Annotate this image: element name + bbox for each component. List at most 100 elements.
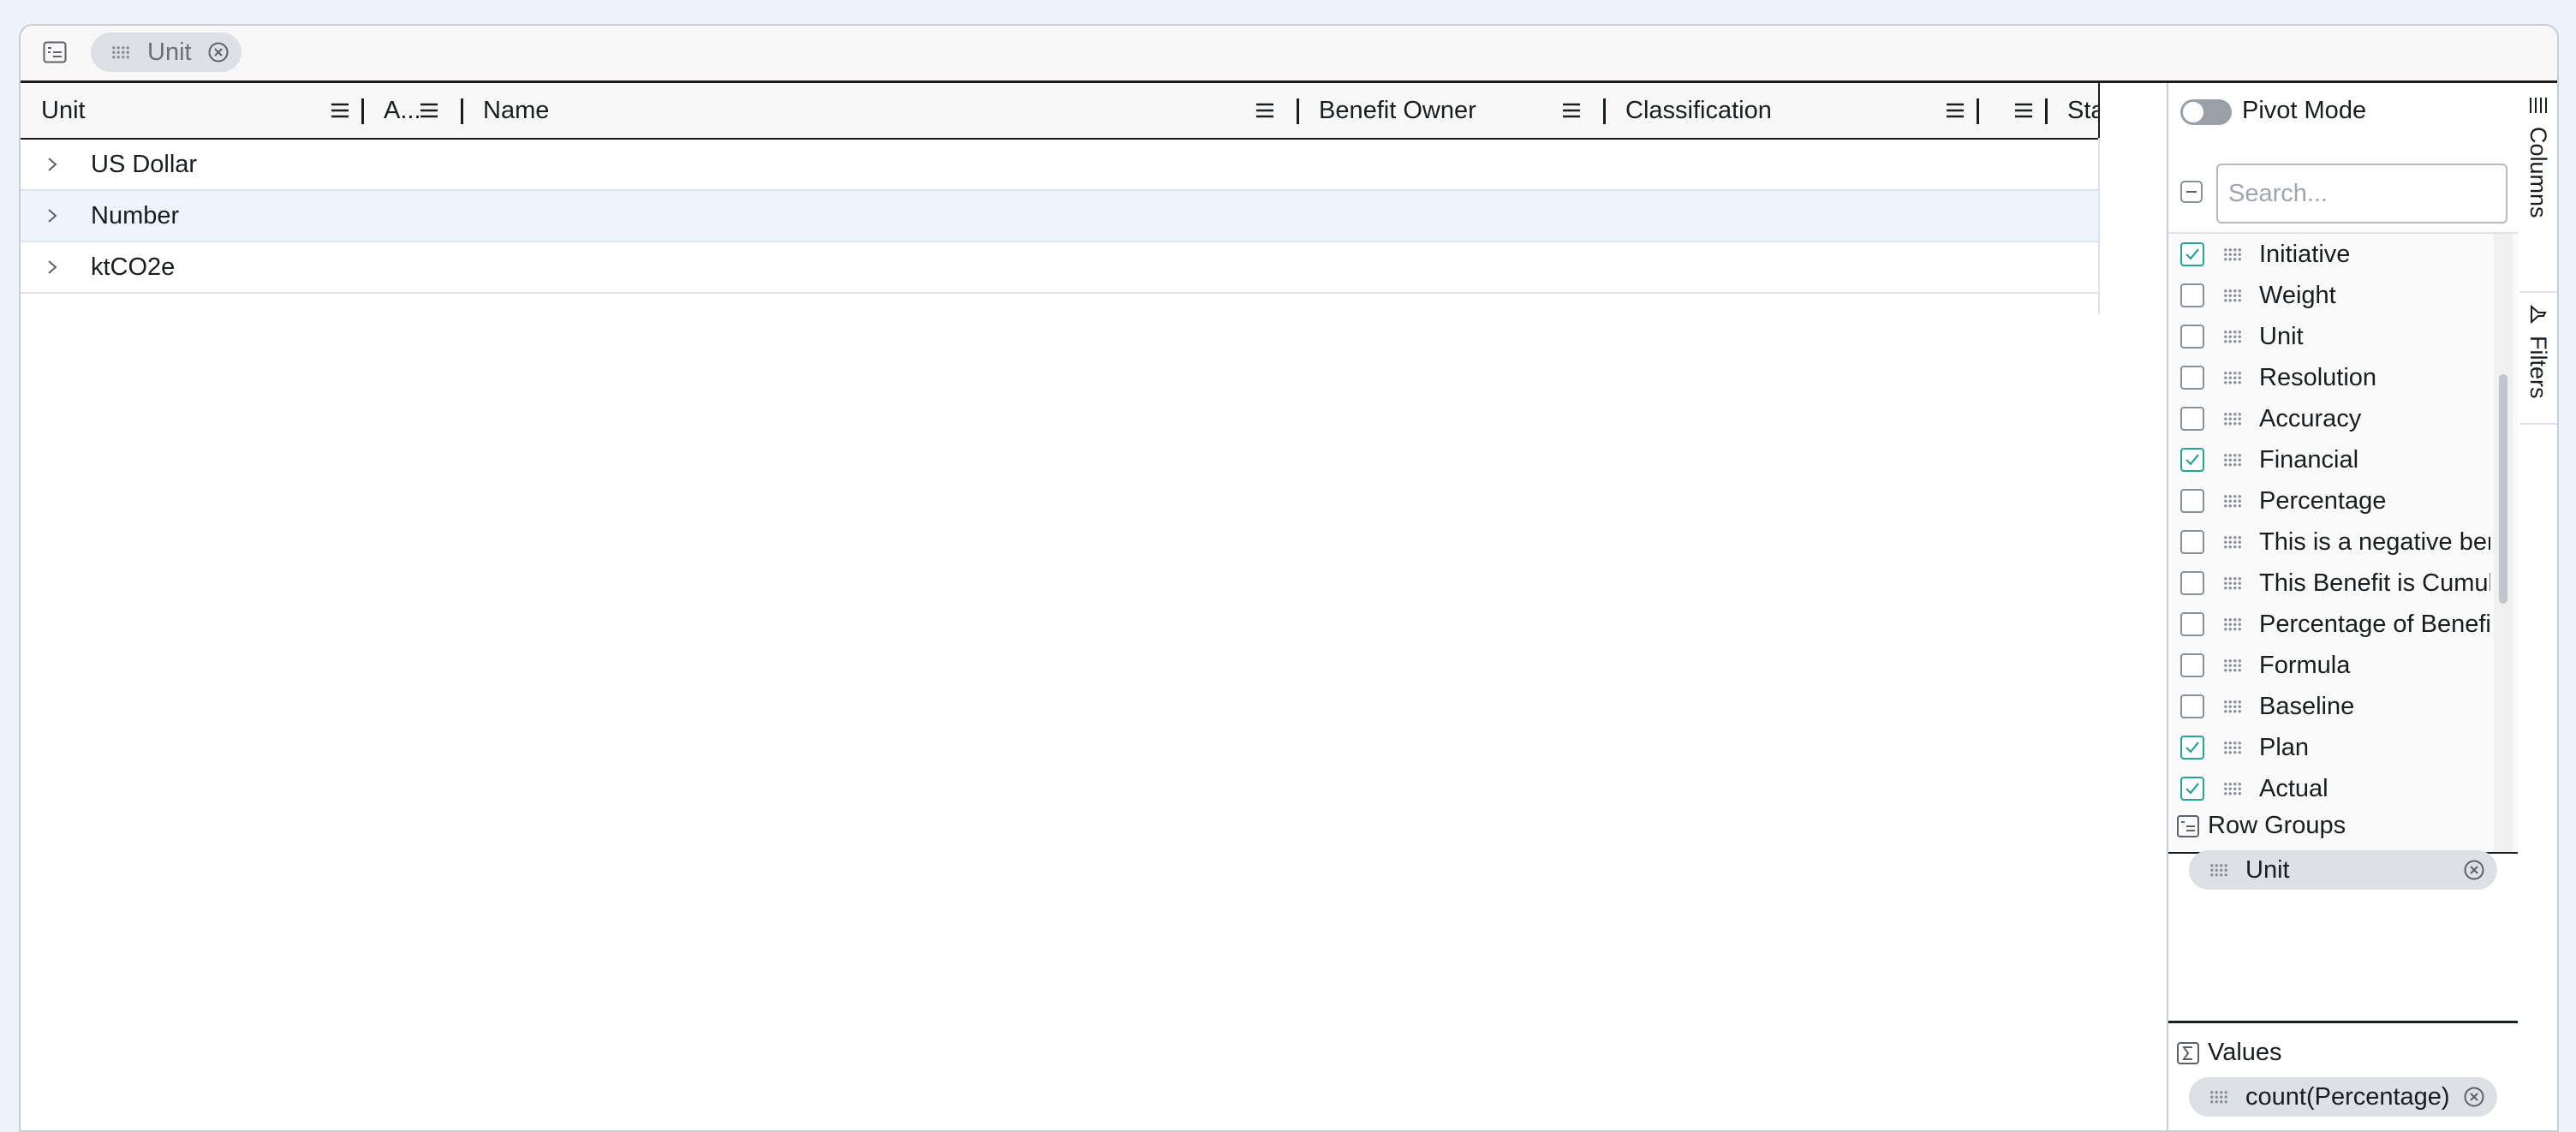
column-checkbox[interactable] [2180, 489, 2204, 513]
header-label: Classification [1625, 96, 1772, 124]
column-menu-icon[interactable] [420, 102, 438, 119]
column-list-item[interactable]: Financial [2168, 439, 2494, 480]
drag-handle-icon[interactable] [2223, 289, 2242, 302]
header-label: A... [384, 96, 421, 124]
drag-handle-icon[interactable] [2209, 1090, 2228, 1104]
header-status[interactable]: Sta [2067, 83, 2098, 138]
drag-handle-icon[interactable] [2223, 700, 2242, 713]
drag-handle-icon[interactable] [2223, 247, 2242, 261]
column-checkbox[interactable] [2180, 242, 2204, 266]
group-row[interactable]: ktCO2e [21, 242, 2098, 294]
drag-handle-icon[interactable] [2223, 658, 2242, 672]
remove-icon[interactable] [2463, 1086, 2485, 1108]
column-checkbox[interactable] [2180, 407, 2204, 431]
column-checkbox[interactable] [2180, 694, 2204, 718]
column-checkbox[interactable] [2180, 283, 2204, 307]
column-resize-handle[interactable] [461, 98, 463, 124]
tab-filters[interactable]: Filters [2519, 293, 2557, 425]
remove-icon[interactable] [2463, 859, 2485, 881]
column-search-input[interactable] [2216, 164, 2507, 223]
drag-handle-icon[interactable] [111, 45, 130, 59]
column-list-item[interactable]: Baseline [2168, 686, 2494, 727]
column-list-item[interactable]: Actual [2168, 768, 2494, 809]
header-benefit-owner[interactable]: Benefit Owner [1319, 83, 1576, 138]
column-checkbox[interactable] [2180, 448, 2204, 472]
header-unit[interactable]: Unit [41, 83, 332, 138]
group-row-label: ktCO2e [91, 253, 176, 281]
column-list-item[interactable]: This Benefit is Cumul [2168, 563, 2494, 604]
column-menu-icon[interactable] [331, 102, 349, 119]
chevron-right-icon[interactable] [46, 155, 58, 174]
drag-handle-icon[interactable] [2223, 330, 2242, 343]
column-menu-icon[interactable] [1255, 102, 1274, 119]
row-group-chip[interactable]: Unit [91, 33, 242, 72]
column-list-item[interactable]: Resolution [2168, 357, 2494, 398]
column-menu-icon[interactable] [2014, 102, 2033, 119]
remove-icon[interactable] [207, 41, 230, 63]
drag-handle-icon[interactable] [2223, 535, 2242, 549]
values-title: Values [2208, 1039, 2282, 1066]
column-label: Accuracy [2259, 405, 2362, 432]
pivot-mode-toggle[interactable] [2180, 99, 2232, 125]
column-checkbox[interactable] [2180, 366, 2204, 390]
drag-handle-icon[interactable] [2209, 863, 2228, 877]
chevron-right-icon[interactable] [46, 258, 58, 277]
column-list-scrollbar[interactable] [2494, 234, 2513, 852]
column-list-item[interactable]: Weight [2168, 275, 2494, 316]
drag-handle-icon[interactable] [2223, 741, 2242, 754]
header-label: Benefit Owner [1319, 96, 1476, 124]
drag-handle-icon[interactable] [2223, 617, 2242, 631]
column-checkbox[interactable] [2180, 571, 2204, 595]
column-menu-icon[interactable] [1562, 102, 1581, 119]
column-checkbox[interactable] [2180, 736, 2204, 760]
row-group-chip[interactable]: Unit [2189, 850, 2497, 890]
header-classification[interactable]: Classification [1625, 83, 1882, 138]
select-all-checkbox[interactable] [2180, 181, 2203, 203]
data-grid: Unit Unit A... Name Benefit Owner Classi… [19, 24, 2559, 1132]
scrollbar-thumb[interactable] [2499, 374, 2507, 604]
column-resize-handle[interactable] [1297, 98, 1299, 124]
value-chip[interactable]: count(Percentage) [2189, 1077, 2497, 1117]
column-list-item[interactable]: Percentage of Benefi [2168, 604, 2494, 645]
drag-handle-icon[interactable] [2223, 371, 2242, 384]
header-name[interactable]: Name [483, 83, 826, 138]
column-label: This is a negative ber [2259, 528, 2490, 556]
column-checkbox[interactable] [2180, 612, 2204, 636]
column-label: Percentage of Benefi [2259, 611, 2490, 638]
group-row[interactable]: Number [21, 191, 2098, 242]
column-resize-handle[interactable] [361, 98, 364, 124]
column-checkbox[interactable] [2180, 653, 2204, 677]
drag-handle-icon[interactable] [2223, 782, 2242, 795]
column-list-item[interactable]: Plan [2168, 727, 2494, 768]
column-label: Initiative [2259, 241, 2351, 268]
tab-columns[interactable]: Columns [2519, 84, 2557, 293]
row-groups-icon [2177, 815, 2199, 837]
column-menu-icon[interactable] [1946, 102, 1965, 119]
drag-handle-icon[interactable] [2223, 576, 2242, 590]
column-resize-handle[interactable] [1977, 98, 1979, 124]
column-checkbox[interactable] [2180, 325, 2204, 349]
value-chip-label: count(Percentage) [2245, 1082, 2450, 1111]
column-list-item[interactable]: This is a negative ber [2168, 521, 2494, 563]
column-checkbox[interactable] [2180, 530, 2204, 554]
column-list-item[interactable]: Unit [2168, 316, 2494, 357]
row-group-chip-label: Unit [147, 38, 192, 66]
check-icon [2185, 742, 2199, 754]
column-list-item[interactable]: Formula [2168, 645, 2494, 686]
column-resize-handle[interactable] [2045, 98, 2048, 124]
column-list-item[interactable]: Initiative [2168, 234, 2494, 275]
column-label: Baseline [2259, 693, 2355, 720]
chevron-right-icon[interactable] [46, 206, 58, 225]
columns-icon [2530, 98, 2547, 113]
group-row[interactable]: US Dollar [21, 140, 2098, 191]
column-checkbox[interactable] [2180, 777, 2204, 801]
column-list-item[interactable]: Accuracy [2168, 398, 2494, 439]
drag-handle-icon[interactable] [2223, 412, 2242, 426]
header-a[interactable]: A... [384, 83, 421, 138]
column-resize-handle[interactable] [1603, 98, 1606, 124]
sigma-icon [2177, 1042, 2199, 1064]
drag-handle-icon[interactable] [2223, 494, 2242, 508]
column-list-item[interactable]: Percentage [2168, 480, 2494, 521]
drag-handle-icon[interactable] [2223, 453, 2242, 467]
header-label: Sta [2067, 96, 2098, 124]
